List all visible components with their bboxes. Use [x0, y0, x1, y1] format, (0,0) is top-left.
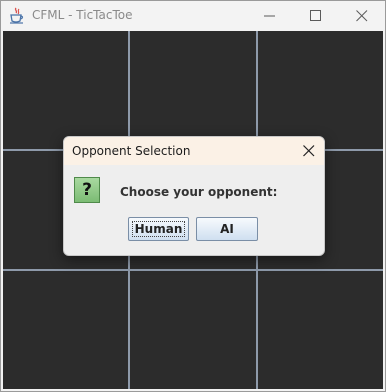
window-title: CFML - TicTacToe	[32, 8, 133, 22]
board-cell-8[interactable]	[130, 271, 256, 389]
board-cell-9[interactable]	[258, 271, 383, 389]
title-bar[interactable]: CFML - TicTacToe	[1, 1, 385, 31]
ai-button[interactable]: AI	[196, 217, 258, 241]
maximize-icon	[310, 10, 321, 21]
dialog-title-bar[interactable]: Opponent Selection	[64, 137, 324, 165]
board-cell-2[interactable]	[130, 31, 256, 149]
opponent-selection-dialog: Opponent Selection ? Choose your opponen…	[63, 136, 325, 256]
minimize-button[interactable]	[247, 1, 293, 31]
dialog-close-button[interactable]	[300, 142, 318, 160]
java-cup-icon	[9, 7, 25, 24]
board-cell-7[interactable]	[3, 271, 128, 389]
minimize-icon	[264, 15, 275, 17]
close-button[interactable]	[339, 1, 385, 31]
grid-line-horizontal-2	[3, 269, 383, 271]
board-cell-3[interactable]	[258, 31, 383, 149]
close-icon	[303, 145, 315, 157]
board-cell-1[interactable]	[3, 31, 128, 149]
question-icon: ?	[74, 177, 100, 203]
dialog-message: Choose your opponent:	[120, 185, 278, 199]
dialog-title: Opponent Selection	[72, 144, 191, 158]
human-button[interactable]: Human	[128, 217, 189, 241]
close-icon	[356, 10, 368, 22]
maximize-button[interactable]	[293, 1, 339, 31]
human-button-label: Human	[132, 221, 185, 237]
